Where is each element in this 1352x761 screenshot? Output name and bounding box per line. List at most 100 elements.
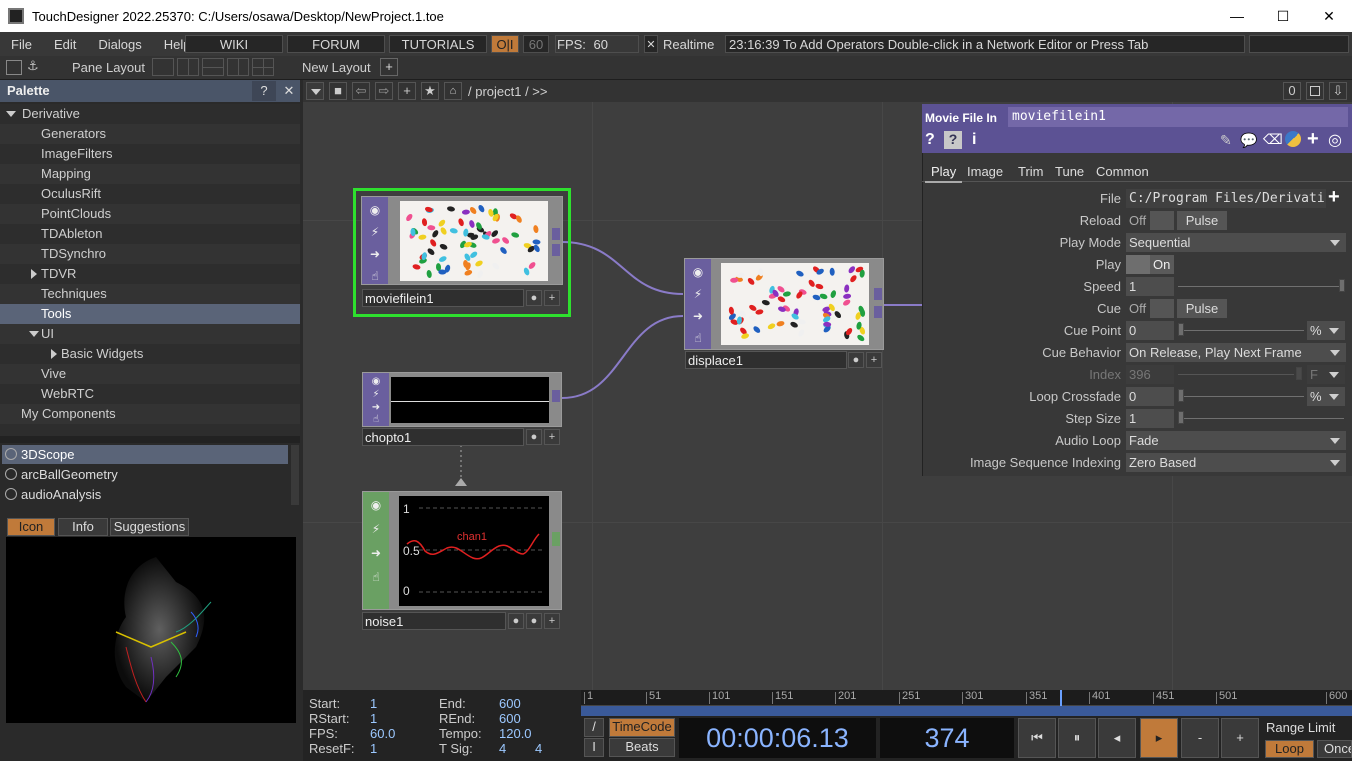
- node-add-icon[interactable]: +: [544, 613, 560, 629]
- beats-toggle[interactable]: Beats: [609, 738, 675, 757]
- rstart-value[interactable]: 1: [370, 711, 377, 726]
- help-icon[interactable]: ?: [925, 131, 935, 149]
- viewer-icon[interactable]: ◉: [691, 265, 705, 279]
- back-icon[interactable]: ⇦: [352, 82, 370, 100]
- loopcross-unit-dropdown[interactable]: %: [1307, 387, 1345, 406]
- image-icon[interactable]: [6, 60, 22, 75]
- chevron-down-icon[interactable]: [29, 331, 39, 337]
- cuepoint-unit-dropdown[interactable]: %: [1307, 321, 1345, 340]
- menu-edit[interactable]: Edit: [43, 37, 87, 52]
- list-item[interactable]: 3DScope: [2, 445, 288, 464]
- info-icon[interactable]: i: [972, 131, 976, 149]
- node-name-chopto1[interactable]: chopto1: [362, 428, 524, 446]
- palette-help-button[interactable]: ?: [252, 81, 276, 101]
- node-add-icon[interactable]: +: [544, 290, 560, 306]
- tree-item-basic-widgets[interactable]: Basic Widgets: [0, 344, 300, 364]
- python-help-icon[interactable]: ?: [944, 131, 962, 149]
- cook-icon[interactable]: ⚡: [691, 287, 705, 301]
- tree-item-vive[interactable]: Vive: [0, 364, 300, 384]
- layout-vsplit-button[interactable]: [177, 58, 199, 76]
- node-noise1[interactable]: ◉ ⚡ ➜ ☝ 1 0.5 0 chan1: [362, 491, 562, 610]
- slash-button[interactable]: /: [584, 718, 604, 737]
- tree-item-tools[interactable]: Tools: [0, 304, 300, 324]
- list-item[interactable]: audioAnalysis: [2, 485, 288, 504]
- end-value[interactable]: 600: [499, 696, 521, 711]
- menu-file[interactable]: File: [0, 37, 43, 52]
- cue-pulse-button[interactable]: Pulse: [1177, 299, 1227, 318]
- tree-item-tdvr[interactable]: TDVR: [0, 264, 300, 284]
- layout-quad-button[interactable]: [252, 58, 274, 76]
- step-forward-button[interactable]: +: [1221, 718, 1259, 758]
- menu-dialogs[interactable]: Dialogs: [87, 37, 152, 52]
- timeline-range-bar[interactable]: [581, 706, 1352, 716]
- node-displace1[interactable]: ◉ ⚡ ➜ ☝: [684, 258, 884, 350]
- play-reverse-button[interactable]: ◂: [1098, 718, 1136, 758]
- comment-icon[interactable]: 💬: [1240, 132, 1257, 149]
- file-browse-icon[interactable]: +: [1328, 186, 1340, 209]
- bypass-icon[interactable]: ☝: [369, 413, 383, 427]
- node-add-icon[interactable]: +: [866, 352, 882, 368]
- anchor-icon[interactable]: ⚓: [27, 58, 39, 74]
- timeline-ruler[interactable]: 1 51 101 151 201 251 301 351 401 451 501 600: [581, 690, 1352, 706]
- stepsize-slider[interactable]: [1178, 418, 1344, 419]
- bar-button[interactable]: I: [584, 738, 604, 757]
- node-name-noise1[interactable]: noise1: [362, 612, 506, 630]
- cook-icon[interactable]: ⚡: [368, 225, 382, 239]
- node-name-displace1[interactable]: displace1: [685, 351, 847, 369]
- close-window-button[interactable]: ✕: [1306, 0, 1352, 32]
- python-icon[interactable]: [1285, 131, 1301, 147]
- start-value[interactable]: 1: [370, 696, 377, 711]
- edit-icon[interactable]: ✎: [1220, 132, 1232, 149]
- playmode-dropdown[interactable]: Sequential: [1126, 233, 1346, 252]
- node-display-flag[interactable]: ●: [526, 613, 542, 629]
- once-toggle[interactable]: Once: [1317, 740, 1352, 758]
- tree-item-ui[interactable]: UI: [0, 324, 300, 344]
- stepsize-slider-knob[interactable]: [1178, 411, 1184, 424]
- export-icon[interactable]: ➜: [369, 546, 383, 560]
- bypass-icon[interactable]: ☝: [369, 570, 383, 584]
- timecode-display[interactable]: 00:00:06.13: [679, 718, 876, 758]
- stepsize-field[interactable]: 1: [1126, 409, 1174, 428]
- timeline-playhead[interactable]: [1060, 690, 1062, 706]
- viewer-icon[interactable]: ◉: [369, 375, 383, 389]
- tsig-numerator[interactable]: 4: [499, 741, 506, 756]
- op-name-field[interactable]: moviefilein1: [1008, 107, 1348, 127]
- tree-item-techniques[interactable]: Techniques: [0, 284, 300, 304]
- reload-pulse-button[interactable]: Pulse: [1177, 211, 1227, 230]
- tree-item-pointclouds[interactable]: PointClouds: [0, 204, 300, 224]
- add-icon[interactable]: +: [398, 82, 416, 100]
- frame-display[interactable]: 374: [880, 718, 1014, 758]
- node-display-flag[interactable]: ●: [526, 290, 542, 306]
- speed-slider-knob[interactable]: [1339, 279, 1345, 292]
- tab-suggestions[interactable]: Suggestions: [110, 518, 189, 536]
- node-viewer-flag[interactable]: ●: [508, 613, 524, 629]
- node-add-icon[interactable]: +: [544, 429, 560, 445]
- stop-icon[interactable]: ■: [329, 82, 347, 100]
- play-forward-button[interactable]: ▸: [1140, 718, 1178, 758]
- download-icon[interactable]: ⇩: [1329, 82, 1347, 100]
- speed-field[interactable]: 1: [1126, 277, 1174, 296]
- rend-value[interactable]: 600: [499, 711, 521, 726]
- maximize-pane-icon[interactable]: [1306, 82, 1324, 100]
- cook-icon[interactable]: ⚡: [369, 522, 383, 536]
- tutorials-button[interactable]: TUTORIALS: [389, 35, 487, 53]
- chevron-right-icon[interactable]: [31, 269, 37, 279]
- tab-common[interactable]: Common: [1096, 164, 1149, 179]
- cuebehavior-dropdown[interactable]: On Release, Play Next Frame: [1126, 343, 1346, 362]
- cuepoint-field[interactable]: 0: [1126, 321, 1174, 340]
- tab-tune[interactable]: Tune: [1055, 164, 1084, 179]
- imgseq-dropdown[interactable]: Zero Based: [1126, 453, 1346, 472]
- realtime-checkbox[interactable]: ✕: [644, 35, 658, 53]
- step-back-button[interactable]: -: [1181, 718, 1219, 758]
- layout-three-button[interactable]: [227, 58, 249, 76]
- forward-icon[interactable]: ⇨: [375, 82, 393, 100]
- layout-single-button[interactable]: [152, 58, 174, 76]
- home-icon[interactable]: ⌂: [444, 82, 462, 100]
- timecode-toggle[interactable]: TimeCode: [609, 718, 675, 737]
- loop-toggle[interactable]: Loop: [1265, 740, 1314, 758]
- network-path[interactable]: / project1 / >>: [468, 84, 548, 99]
- tab-image[interactable]: Image: [967, 164, 1003, 179]
- tree-item-tdsynchro[interactable]: TDSynchro: [0, 244, 300, 264]
- export-icon[interactable]: ➜: [691, 309, 705, 323]
- loopcross-slider-knob[interactable]: [1178, 389, 1184, 402]
